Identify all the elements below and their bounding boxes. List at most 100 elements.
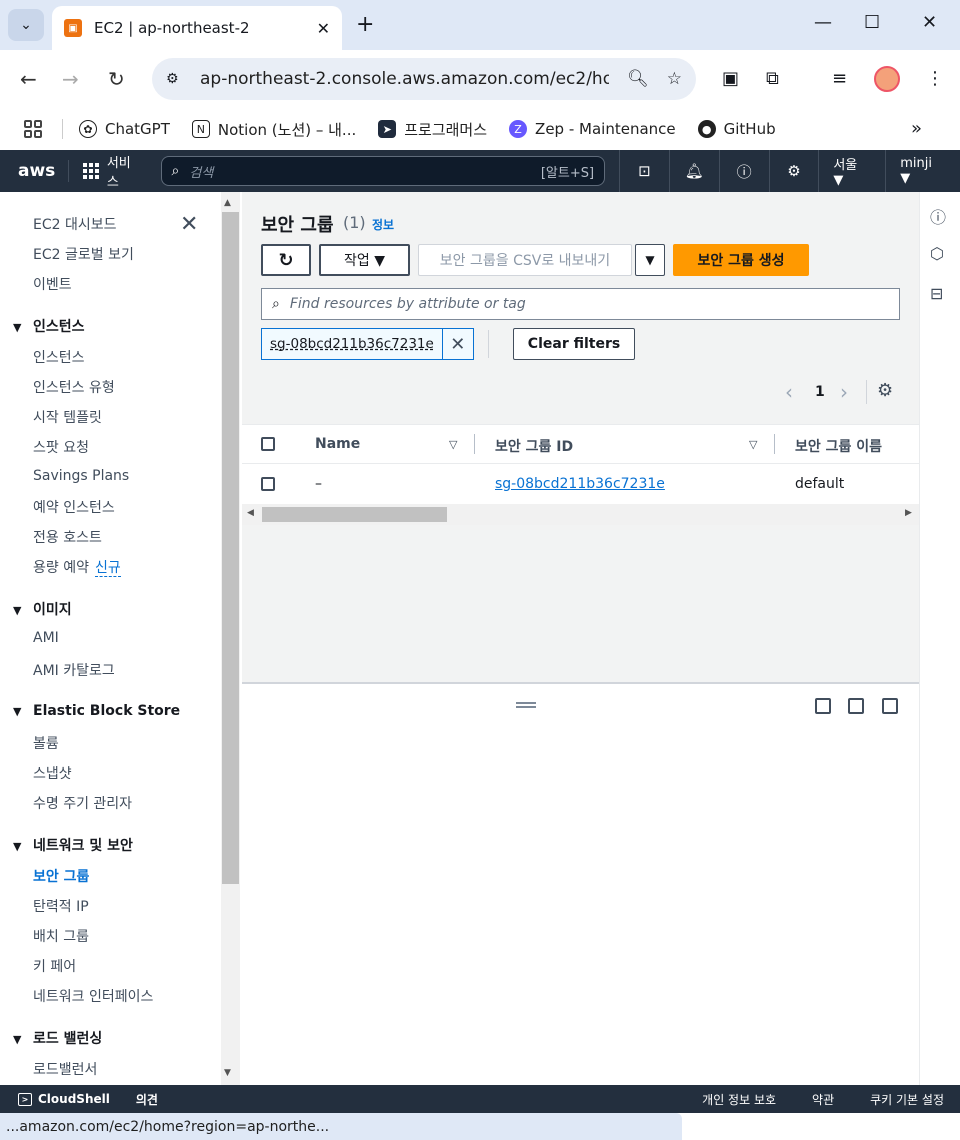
sidebar-item-elastic-ip[interactable]: 탄력적 IP (33, 896, 89, 916)
select-all-checkbox[interactable] (261, 437, 275, 451)
horizontal-scroll-thumb[interactable] (262, 507, 447, 522)
sidebar-item-ami[interactable]: AMI (33, 630, 59, 646)
new-tab-button[interactable]: + (356, 12, 374, 37)
close-icon[interactable]: ✕ (180, 212, 198, 237)
sidebar-item-reserved-instances[interactable]: 예약 인스턴스 (33, 497, 115, 517)
tab-search-button[interactable]: ⌄ (8, 9, 44, 41)
bookmark-programmers[interactable]: ➤ 프로그래머스 (378, 119, 487, 140)
site-info-icon[interactable]: ⚙ (166, 71, 188, 87)
cloudshell-button[interactable]: > CloudShell (18, 1092, 110, 1106)
sidebar-item-snapshots[interactable]: 스냅샷 (33, 763, 72, 783)
sort-icon[interactable]: ▽ (749, 438, 757, 451)
split-panel-divider[interactable] (242, 682, 919, 684)
forward-icon[interactable]: → (62, 67, 79, 91)
sidebar-item-key-pairs[interactable]: 키 페어 (33, 956, 76, 976)
bookmark-notion[interactable]: N Notion (노션) – 내... (191, 119, 356, 140)
bookmark-chatgpt[interactable]: ✿ ChatGPT (79, 120, 170, 138)
sidebar-item-savings-plans[interactable]: Savings Plans (33, 468, 129, 484)
column-header-name[interactable]: Name (315, 436, 360, 452)
media-icon[interactable]: ≡ (832, 68, 847, 89)
column-header-group-id[interactable]: 보안 그룹 ID (495, 436, 573, 456)
more-menu-icon[interactable]: ⋮ (926, 68, 944, 89)
sidebar-item-ami-catalog[interactable]: AMI 카탈로그 (33, 660, 115, 680)
window-close-button[interactable]: ✕ (922, 12, 937, 33)
sidebar-item-dashboard[interactable]: EC2 대시보드 (33, 214, 117, 234)
sidebar-item-global-view[interactable]: EC2 글로벌 보기 (33, 244, 134, 264)
filter-input[interactable] (289, 296, 889, 312)
sidebar-item-placement-groups[interactable]: 배치 그룹 (33, 926, 89, 946)
scroll-down-icon[interactable]: ▼ (224, 1068, 231, 1078)
sidebar-item-capacity-reservations[interactable]: 용량 예약 신규 (33, 557, 121, 577)
aws-logo[interactable]: aws (18, 161, 68, 181)
chevron-left-icon[interactable]: ‹ (785, 380, 793, 404)
hexagon-icon[interactable]: ⬡ (930, 244, 944, 263)
feedback-link[interactable]: 의견 (136, 1091, 158, 1108)
sidebar-section-instances[interactable]: ▼ 인스턴스 (13, 316, 85, 336)
clear-filters-button[interactable]: Clear filters (513, 328, 635, 360)
split-side-icon[interactable] (848, 698, 864, 714)
notifications-icon[interactable]: 🔔︎ (668, 150, 719, 192)
sidebar-item-dedicated-hosts[interactable]: 전용 호스트 (33, 527, 102, 547)
sidebar-item-events[interactable]: 이벤트 (33, 274, 72, 294)
sidebar-item-instance-types[interactable]: 인스턴스 유형 (33, 377, 115, 397)
create-security-group-button[interactable]: 보안 그룹 생성 (673, 244, 809, 276)
column-header-group-name[interactable]: 보안 그룹 이름 (795, 436, 882, 456)
sidebar-item-volumes[interactable]: 볼륨 (33, 733, 59, 753)
cloudshell-icon[interactable]: ⊡ (619, 150, 669, 192)
aws-search-input[interactable]: ⌕ 검색 [알트+S] (160, 156, 606, 186)
sidebar-item-security-groups[interactable]: 보안 그룹 (33, 866, 89, 886)
property-filter[interactable]: ⌕ (261, 288, 900, 320)
sidebar-item-load-balancers[interactable]: 로드밸런서 (33, 1059, 97, 1079)
more-bookmarks-icon[interactable]: » (911, 118, 922, 139)
apps-icon[interactable] (24, 120, 42, 138)
terms-link[interactable]: 약관 (812, 1091, 834, 1108)
minimize-button[interactable]: — (814, 12, 832, 33)
profile-avatar[interactable] (874, 66, 900, 92)
close-icon[interactable]: ✕ (443, 329, 473, 359)
scroll-up-icon[interactable]: ▲ (224, 198, 231, 208)
sidebar-item-spot-requests[interactable]: 스팟 요청 (33, 437, 89, 457)
url-text[interactable]: ap-northeast-2.console.aws.amazon.com/ec… (200, 69, 609, 89)
settings-icon[interactable]: ⚙ (768, 150, 819, 192)
actions-button[interactable]: 작업 ▼ (319, 244, 410, 276)
user-menu[interactable]: minji ▼ (885, 150, 960, 192)
row-checkbox[interactable] (261, 477, 275, 491)
bookmark-zep[interactable]: Z Zep - Maintenance (509, 120, 676, 138)
bookmark-github[interactable]: ● GitHub (697, 120, 776, 138)
column-resizer[interactable] (474, 434, 475, 454)
export-csv-button[interactable]: 보안 그룹을 CSV로 내보내기 (418, 244, 632, 276)
info-icon[interactable]: ⓘ (930, 204, 946, 228)
feedback-icon[interactable]: ⊟ (930, 284, 943, 303)
drag-handle-icon[interactable] (516, 702, 536, 708)
help-icon[interactable]: ⓘ (718, 150, 769, 192)
back-icon[interactable]: ← (20, 67, 37, 91)
scroll-right-icon[interactable]: ▶ (905, 508, 912, 518)
browser-tab[interactable]: ▣ EC2 | ap-northeast-2 ✕ (52, 6, 342, 50)
cell-group-id[interactable]: sg-08bcd211b36c7231e (495, 476, 665, 492)
sort-icon[interactable]: ▽ (449, 438, 457, 451)
region-selector[interactable]: 서울 ▼ (818, 150, 885, 192)
sidebar-section-load-balancing[interactable]: ▼ 로드 밸런싱 (13, 1028, 102, 1048)
info-link[interactable]: 정보 (372, 216, 394, 233)
privacy-link[interactable]: 개인 정보 보호 (702, 1091, 776, 1108)
sidebar-item-network-interfaces[interactable]: 네트워크 인터페이스 (33, 986, 153, 1006)
zoom-icon[interactable]: 🔍︎ (627, 69, 649, 89)
sidebar-item-launch-templates[interactable]: 시작 템플릿 (33, 407, 102, 427)
extension-icon[interactable]: ▣ (722, 68, 739, 89)
sidebar-scroll-thumb[interactable] (222, 212, 239, 884)
split-hide-icon[interactable] (882, 698, 898, 714)
export-dropdown-button[interactable]: ▼ (635, 244, 665, 276)
close-icon[interactable]: ✕ (317, 19, 330, 38)
services-menu[interactable]: 서비스 (69, 152, 157, 190)
filter-token[interactable]: sg-08bcd211b36c7231e ✕ (261, 328, 474, 360)
security-group-link[interactable]: sg-08bcd211b36c7231e (495, 476, 665, 492)
bookmark-star-icon[interactable]: ☆ (667, 69, 682, 89)
sidebar-section-network[interactable]: ▼ 네트워크 및 보안 (13, 835, 133, 855)
page-number[interactable]: 1 (815, 384, 825, 400)
sidebar-section-images[interactable]: ▼ 이미지 (13, 599, 72, 619)
sidebar-item-instances[interactable]: 인스턴스 (33, 347, 85, 367)
refresh-button[interactable]: ↻ (261, 244, 311, 276)
address-bar[interactable]: ⚙ ap-northeast-2.console.aws.amazon.com/… (152, 58, 696, 100)
column-resizer[interactable] (774, 434, 775, 454)
gear-icon[interactable]: ⚙ (877, 380, 893, 401)
